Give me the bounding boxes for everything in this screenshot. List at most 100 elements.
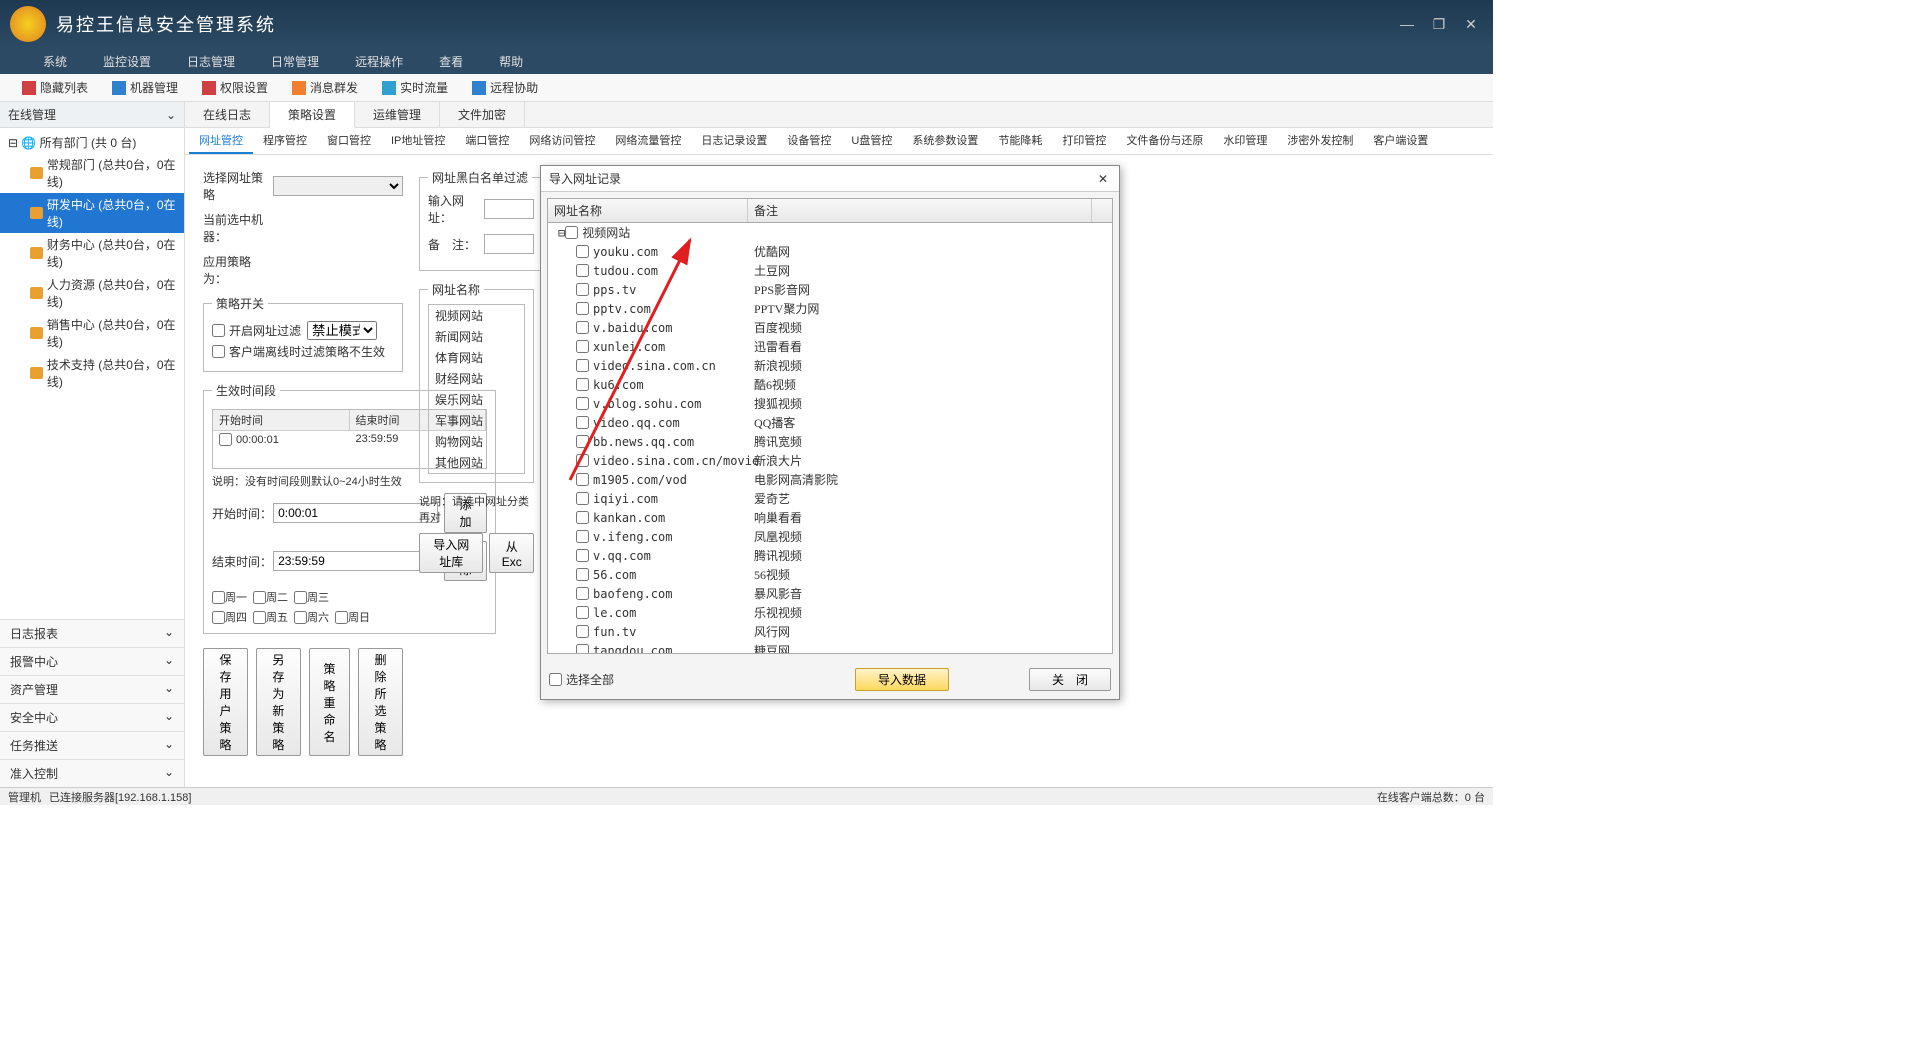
grid-row[interactable]: baofeng.com暴风影音 bbox=[548, 584, 1112, 603]
sidebar-nav-任务推送[interactable]: 任务推送⌄ bbox=[0, 731, 184, 759]
tree-item[interactable]: 人力资源 (总共0台，0在线) bbox=[0, 273, 184, 313]
subtab-窗口管控[interactable]: 窗口管控 bbox=[317, 128, 381, 154]
subtab-网络流量管控[interactable]: 网络流量管控 bbox=[605, 128, 691, 154]
grid-row[interactable]: video.sina.com.cn/movie新浪大片 bbox=[548, 451, 1112, 470]
sidebar-nav-资产管理[interactable]: 资产管理⌄ bbox=[0, 675, 184, 703]
weekday-周三[interactable]: 周三 bbox=[294, 589, 329, 605]
grid-row[interactable]: video.sina.com.cn新浪视频 bbox=[548, 356, 1112, 375]
import-data-button[interactable]: 导入数据 bbox=[855, 668, 949, 691]
grid-row[interactable]: bb.news.qq.com腾讯宽频 bbox=[548, 432, 1112, 451]
grid-row[interactable]: 56.com56视频 bbox=[548, 565, 1112, 584]
tree-item[interactable]: 财务中心 (总共0台，0在线) bbox=[0, 233, 184, 273]
menu-远程操作[interactable]: 远程操作 bbox=[337, 53, 421, 70]
subtab-日志记录设置[interactable]: 日志记录设置 bbox=[691, 128, 777, 154]
category-list[interactable]: 视频网站新闻网站体育网站财经网站娱乐网站军事网站购物网站其他网站 bbox=[428, 304, 525, 474]
menu-日志管理[interactable]: 日志管理 bbox=[169, 53, 253, 70]
filter-mode-select[interactable]: 禁止模式 bbox=[307, 321, 377, 340]
grid-body[interactable]: ⊟ 视频网站youku.com优酷网tudou.com土豆网pps.tvPPS影… bbox=[548, 223, 1112, 653]
row-checkbox[interactable] bbox=[576, 321, 589, 334]
select-all-checkbox[interactable] bbox=[549, 673, 562, 686]
weekday-周四[interactable]: 周四 bbox=[212, 609, 247, 625]
row-checkbox[interactable] bbox=[576, 264, 589, 277]
row-checkbox[interactable] bbox=[576, 283, 589, 296]
grid-row[interactable]: v.blog.sohu.com搜狐视频 bbox=[548, 394, 1112, 413]
grid-row[interactable]: video.qq.comQQ播客 bbox=[548, 413, 1112, 432]
menu-查看[interactable]: 查看 bbox=[421, 53, 481, 70]
row-checkbox[interactable] bbox=[576, 397, 589, 410]
start-time-input[interactable] bbox=[273, 503, 438, 523]
weekday-周日[interactable]: 周日 bbox=[335, 609, 370, 625]
minimize-button[interactable]: — bbox=[1395, 12, 1419, 36]
tab-在线日志[interactable]: 在线日志 bbox=[185, 102, 270, 127]
subtab-端口管控[interactable]: 端口管控 bbox=[455, 128, 519, 154]
row-checkbox[interactable] bbox=[576, 549, 589, 562]
grid-row[interactable]: tudou.com土豆网 bbox=[548, 261, 1112, 280]
rename-policy-button[interactable]: 策略重命名 bbox=[309, 648, 350, 756]
dialog-close-button[interactable]: ✕ bbox=[1095, 172, 1111, 186]
grid-row[interactable]: iqiyi.com爱奇艺 bbox=[548, 489, 1112, 508]
grid-row[interactable]: m1905.com/vod电影网高清影院 bbox=[548, 470, 1112, 489]
tab-策略设置[interactable]: 策略设置 bbox=[270, 102, 355, 128]
weekday-周二[interactable]: 周二 bbox=[253, 589, 288, 605]
menu-日常管理[interactable]: 日常管理 bbox=[253, 53, 337, 70]
row-checkbox[interactable] bbox=[576, 511, 589, 524]
row-checkbox[interactable] bbox=[576, 359, 589, 372]
close-button[interactable]: ✕ bbox=[1459, 12, 1483, 36]
category-item[interactable]: 视频网站 bbox=[429, 305, 524, 326]
grid-row[interactable]: v.baidu.com百度视频 bbox=[548, 318, 1112, 337]
sidebar-nav-安全中心[interactable]: 安全中心⌄ bbox=[0, 703, 184, 731]
row-checkbox[interactable] bbox=[576, 416, 589, 429]
grid-row[interactable]: le.com乐视视频 bbox=[548, 603, 1112, 622]
tool-权限设置[interactable]: 权限设置 bbox=[190, 79, 280, 96]
sidebar-nav-报警中心[interactable]: 报警中心⌄ bbox=[0, 647, 184, 675]
grid-row[interactable]: ku6.com酷6视频 bbox=[548, 375, 1112, 394]
row-checkbox[interactable] bbox=[576, 435, 589, 448]
weekday-周五[interactable]: 周五 bbox=[253, 609, 288, 625]
subtab-系统参数设置[interactable]: 系统参数设置 bbox=[902, 128, 988, 154]
tab-文件加密[interactable]: 文件加密 bbox=[440, 102, 525, 127]
weekday-周六[interactable]: 周六 bbox=[294, 609, 329, 625]
row-checkbox[interactable] bbox=[576, 378, 589, 391]
category-item[interactable]: 娱乐网站 bbox=[429, 389, 524, 410]
url-input[interactable] bbox=[484, 199, 534, 219]
row-checkbox[interactable] bbox=[576, 644, 589, 653]
row-checkbox[interactable] bbox=[576, 302, 589, 315]
grid-row[interactable]: pps.tvPPS影音网 bbox=[548, 280, 1112, 299]
subtab-节能降耗[interactable]: 节能降耗 bbox=[988, 128, 1052, 154]
offline-checkbox[interactable] bbox=[212, 345, 225, 358]
enable-filter-checkbox[interactable] bbox=[212, 324, 225, 337]
subtab-网络访问管控[interactable]: 网络访问管控 bbox=[519, 128, 605, 154]
row-checkbox[interactable] bbox=[576, 340, 589, 353]
grid-row[interactable]: youku.com优酷网 bbox=[548, 242, 1112, 261]
menu-帮助[interactable]: 帮助 bbox=[481, 53, 541, 70]
remark-input[interactable] bbox=[484, 234, 534, 254]
subtab-客户端设置[interactable]: 客户端设置 bbox=[1363, 128, 1438, 154]
category-item[interactable]: 新闻网站 bbox=[429, 326, 524, 347]
import-url-button[interactable]: 导入网址库 bbox=[419, 533, 483, 573]
row-checkbox[interactable] bbox=[576, 530, 589, 543]
subtab-设备管控[interactable]: 设备管控 bbox=[777, 128, 841, 154]
time-row-checkbox[interactable] bbox=[219, 433, 232, 446]
tool-实时流量[interactable]: 实时流量 bbox=[370, 79, 460, 96]
subtab-打印管控[interactable]: 打印管控 bbox=[1052, 128, 1116, 154]
subtab-涉密外发控制[interactable]: 涉密外发控制 bbox=[1277, 128, 1363, 154]
row-checkbox[interactable] bbox=[576, 587, 589, 600]
grid-col-remark[interactable]: 备注 bbox=[748, 199, 1092, 222]
grid-col-name[interactable]: 网址名称 bbox=[548, 199, 748, 222]
row-checkbox[interactable] bbox=[576, 606, 589, 619]
grid-row[interactable]: tangdou.com糖豆网 bbox=[548, 641, 1112, 653]
subtab-文件备份与还原[interactable]: 文件备份与还原 bbox=[1116, 128, 1213, 154]
tool-隐藏列表[interactable]: 隐藏列表 bbox=[10, 79, 100, 96]
tool-远程协助[interactable]: 远程协助 bbox=[460, 79, 550, 96]
category-item[interactable]: 体育网站 bbox=[429, 347, 524, 368]
select-policy-dropdown[interactable] bbox=[273, 176, 403, 196]
sidebar-nav-准入控制[interactable]: 准入控制⌄ bbox=[0, 759, 184, 787]
row-checkbox[interactable] bbox=[565, 226, 578, 239]
maximize-button[interactable]: ❐ bbox=[1427, 12, 1451, 36]
subtab-水印管理[interactable]: 水印管理 bbox=[1213, 128, 1277, 154]
category-item[interactable]: 购物网站 bbox=[429, 431, 524, 452]
save-policy-button[interactable]: 保存用户策略 bbox=[203, 648, 248, 756]
tool-消息群发[interactable]: 消息群发 bbox=[280, 79, 370, 96]
tree-item[interactable]: 技术支持 (总共0台，0在线) bbox=[0, 353, 184, 393]
tree-item[interactable]: 销售中心 (总共0台，0在线) bbox=[0, 313, 184, 353]
